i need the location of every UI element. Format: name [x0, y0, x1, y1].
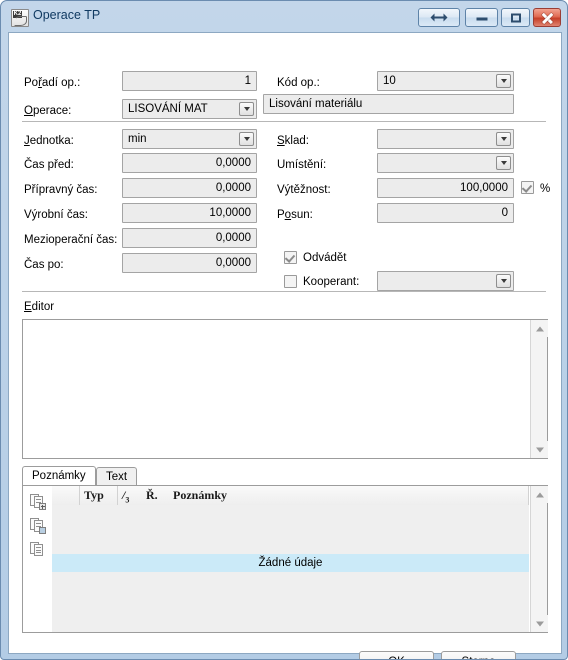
posun-input[interactable]: 0: [377, 203, 514, 223]
chevron-down-icon[interactable]: [239, 132, 254, 146]
grid-body[interactable]: Žádné údaje: [52, 505, 529, 632]
label-jednotka: Jednotka:: [24, 135, 74, 147]
label-sklad: Sklad:: [277, 135, 309, 147]
chevron-down-icon[interactable]: [496, 156, 511, 170]
tab-text[interactable]: Text: [96, 467, 138, 486]
grid-column-fraction-sub: 3: [125, 495, 130, 505]
grid-column-fraction[interactable]: /3: [118, 486, 146, 505]
percent-suffix-label: %: [540, 183, 551, 195]
maximize-icon: [510, 13, 521, 22]
label-kod-op: Kód op.:: [277, 77, 320, 89]
cas-pred-input[interactable]: 0,0000: [122, 153, 257, 173]
notes-grid: Typ /3 Ř. Poznámky Žádné údaje: [22, 485, 548, 633]
tab-strip: Poznámky Text: [22, 466, 548, 486]
vytezbnost-percent-checkbox[interactable]: [521, 181, 534, 194]
label-cas-po: Čas po:: [24, 259, 64, 271]
label-meziopreracni-cas: Mezioperační čas:: [24, 234, 118, 246]
close-icon: [541, 12, 553, 24]
editor-vertical-scrollbar[interactable]: [530, 320, 548, 458]
minimize-icon: [476, 17, 487, 21]
scroll-down-icon[interactable]: [531, 615, 548, 632]
odvadet-checkbox[interactable]: [284, 251, 297, 264]
grid-column-blank[interactable]: [52, 486, 80, 505]
operace-description-input[interactable]: Lisování materiálu: [263, 94, 514, 114]
label-vyrobni-cas: Výrobní čas:: [24, 209, 88, 221]
label-kooperant: Kooperant:: [303, 276, 360, 288]
grid-column-radek[interactable]: Ř.: [146, 486, 174, 505]
kod-op-combo-value: 10: [383, 75, 396, 87]
close-button[interactable]: [533, 8, 561, 27]
label-umisteni: Umístění:: [277, 159, 327, 171]
meziopreracni-cas-input[interactable]: 0,0000: [122, 228, 257, 248]
section-divider-1: [22, 121, 546, 122]
grid-column-typ[interactable]: Typ: [80, 486, 118, 505]
section-divider-2: [22, 291, 546, 292]
maximize-button[interactable]: [501, 8, 530, 27]
label-pripravny-cas: Přípravný čas:: [24, 184, 98, 196]
umisteni-combo[interactable]: [377, 153, 514, 173]
note-with-image-icon[interactable]: [30, 518, 46, 534]
label-vytezbnost: Výtěžnost:: [277, 184, 331, 196]
copy-note-icon[interactable]: [30, 542, 45, 557]
poradi-op-input[interactable]: 1: [122, 71, 257, 91]
grid-vertical-scrollbar[interactable]: [530, 486, 548, 632]
restore-size-button[interactable]: [418, 8, 460, 27]
label-posun: Posun:: [277, 209, 313, 221]
jednotka-combo-value: min: [128, 133, 147, 145]
jednotka-combo[interactable]: min: [122, 129, 257, 149]
window-title: Operace TP: [33, 8, 101, 22]
k2-app-icon: K2: [11, 9, 29, 27]
kooperant-checkbox[interactable]: [284, 275, 297, 288]
editor-group-label: Editor: [24, 301, 55, 313]
kooperant-combo[interactable]: [377, 271, 514, 291]
chevron-down-icon[interactable]: [239, 102, 254, 116]
grid-action-sidebar: [23, 486, 53, 632]
grid-empty-message: Žádné údaje: [52, 554, 529, 572]
new-note-icon[interactable]: [30, 494, 46, 510]
scroll-up-icon[interactable]: [531, 486, 548, 503]
editor-textarea[interactable]: [22, 319, 548, 459]
chevron-down-icon[interactable]: [496, 132, 511, 146]
label-odvadet: Odvádět: [303, 252, 347, 264]
title-bar[interactable]: K2 Operace TP: [1, 1, 567, 32]
dialog-window: K2 Operace TP Pořadí op.: 1 Operace: LIS…: [0, 0, 568, 660]
minimize-button[interactable]: [465, 8, 498, 27]
label-cas-pred: Čas před:: [24, 159, 74, 171]
vyrobni-cas-input[interactable]: 10,0000: [122, 203, 257, 223]
scroll-up-icon[interactable]: [531, 320, 548, 337]
pripravny-cas-input[interactable]: 0,0000: [122, 178, 257, 198]
grid-header-row: Typ /3 Ř. Poznámky: [52, 486, 529, 506]
operace-combo[interactable]: LISOVÁNÍ MAT: [122, 99, 257, 119]
vytezbnost-input[interactable]: 100,0000: [377, 178, 514, 198]
grid-column-poznamky[interactable]: Poznámky: [172, 486, 529, 505]
operace-combo-value: LISOVÁNÍ MAT: [128, 103, 208, 115]
tab-poznamky[interactable]: Poznámky: [22, 466, 96, 486]
ok-button[interactable]: OK: [359, 651, 434, 659]
kod-op-combo[interactable]: 10: [377, 71, 514, 91]
scroll-down-icon[interactable]: [531, 441, 548, 458]
label-poradi-op: Pořadí op.:: [24, 77, 81, 89]
sklad-combo[interactable]: [377, 129, 514, 149]
cancel-button[interactable]: Storno: [441, 651, 516, 659]
label-operace: Operace:: [24, 105, 72, 117]
chevron-down-icon[interactable]: [496, 74, 511, 88]
dialog-client-area: Pořadí op.: 1 Operace: LISOVÁNÍ MAT Jedn…: [8, 32, 562, 659]
cas-po-input[interactable]: 0,0000: [122, 253, 257, 273]
chevron-down-icon[interactable]: [496, 274, 511, 288]
restore-size-icon: [430, 13, 448, 22]
